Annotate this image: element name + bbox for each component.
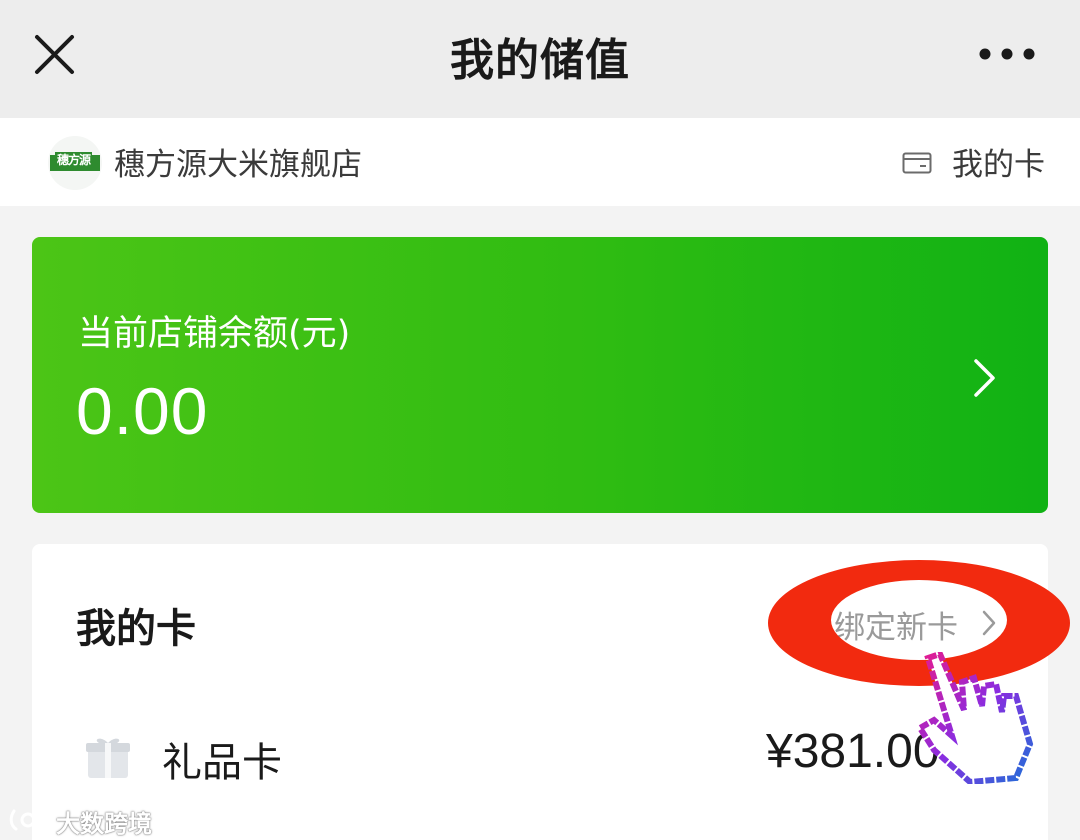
card-icon (902, 152, 932, 174)
store-bar: 穗方源 穗方源大米旗舰店 我的卡 (0, 118, 1080, 206)
watermark-text: 大数跨境 (56, 810, 152, 838)
my-card-label: 我的卡 (952, 147, 1045, 183)
store-logo-text: 穗方源 (55, 152, 93, 169)
store-name[interactable]: 穗方源大米旗舰店 (114, 139, 362, 184)
title-bar: 我的储值 (0, 0, 1080, 118)
chevron-right-icon (982, 610, 996, 636)
gift-card-icon (86, 738, 130, 778)
watermark-logo-icon (9, 809, 49, 831)
store-logo[interactable]: 穗方源 (48, 136, 102, 190)
my-cards-title: 我的卡 (76, 606, 196, 652)
card-list-item[interactable]: 礼品卡 ¥381.00 (32, 710, 1048, 810)
balance-amount: 0.00 (76, 374, 209, 448)
balance-label: 当前店铺余额(元) (78, 314, 351, 354)
bind-new-card-label: 绑定新卡 (834, 610, 958, 646)
chevron-right-icon (974, 359, 995, 397)
card-balance: ¥381.00 (766, 725, 940, 778)
bind-new-card-button[interactable]: 绑定新卡 (834, 602, 996, 648)
balance-card[interactable]: 当前店铺余额(元) 0.00 (32, 237, 1048, 513)
more-icon[interactable] (974, 36, 1040, 72)
page-title: 我的储值 (450, 35, 630, 86)
my-cards-section: 我的卡 绑定新卡 礼品卡 ¥381.00 (32, 544, 1048, 840)
card-name: 礼品卡 (162, 740, 282, 786)
